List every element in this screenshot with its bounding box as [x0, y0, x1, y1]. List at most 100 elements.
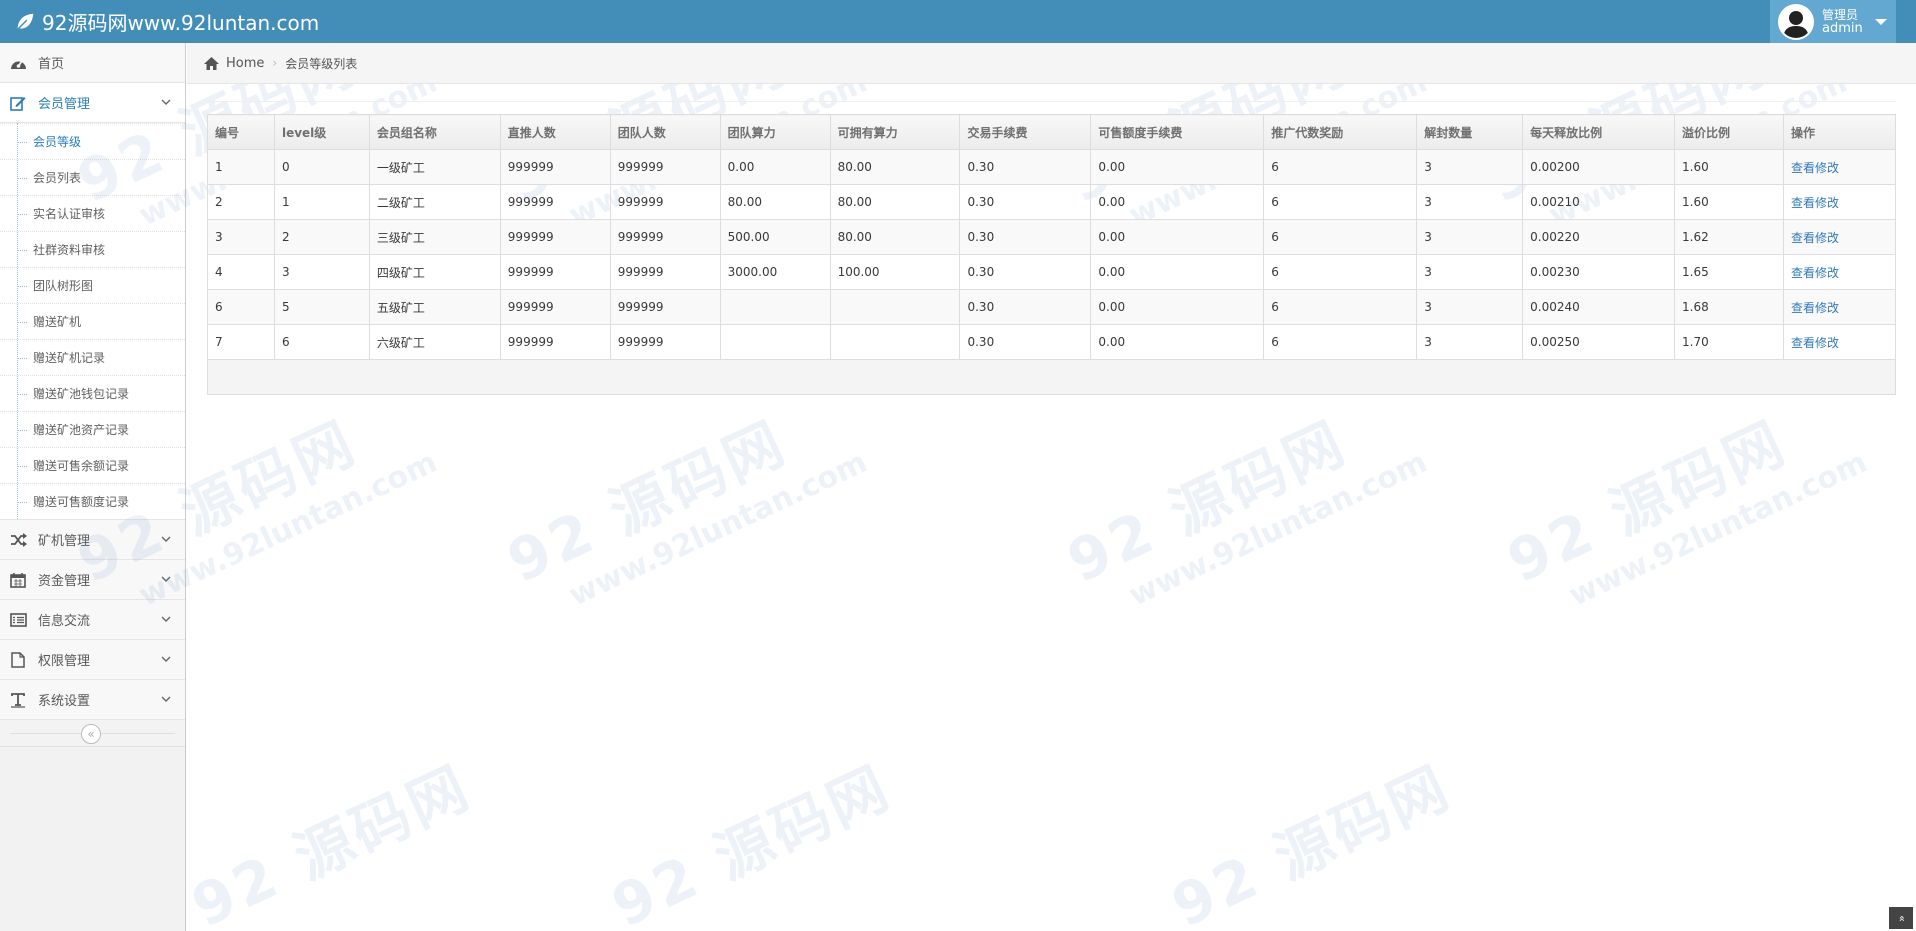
sidebar-item-permission-management[interactable]: 权限管理	[0, 640, 185, 680]
divider	[207, 101, 1896, 102]
dashboard-icon	[9, 54, 27, 72]
table-cell: 500.00	[719, 219, 831, 255]
table-cell: 0.00200	[1522, 149, 1676, 185]
view-edit-link[interactable]: 查看修改	[1782, 149, 1897, 185]
submenu-item-member-list[interactable]: 会员列表	[0, 159, 185, 195]
submenu-item-gift-sellable-quota-records[interactable]: 赠送可售额度记录	[0, 483, 185, 519]
table-cell: 1.65	[1674, 254, 1784, 290]
submenu-item-realname-review[interactable]: 实名认证审核	[0, 195, 185, 231]
table-cell: 0.30	[959, 324, 1092, 360]
table-cell: 0.00	[1090, 289, 1265, 325]
table-cell: 四级矿工	[368, 254, 501, 290]
sidebar-item-label: 首页	[38, 57, 65, 72]
sidebar-item-fund-management[interactable]: 资金管理	[0, 560, 185, 600]
table-footer	[207, 359, 1896, 395]
table-cell	[719, 289, 831, 325]
view-edit-link[interactable]: 查看修改	[1782, 254, 1897, 290]
brand-title: 92源码网www.92luntan.com	[42, 11, 320, 35]
table-cell: 三级矿工	[368, 219, 501, 255]
table-cell: 3000.00	[719, 254, 831, 290]
table-cell: 0.00250	[1522, 324, 1676, 360]
table-cell: 80.00	[829, 184, 961, 220]
table-header-cell: 交易手续费	[959, 114, 1092, 150]
submenu-item-gift-pool-asset-records[interactable]: 赠送矿池资产记录	[0, 411, 185, 447]
table-row: 6 5 五级矿工 999999 999999 0.30 0.00 6 3 0.00240 1.68 查…	[207, 289, 1897, 325]
file-icon	[9, 651, 27, 669]
table-cell: 999999	[499, 254, 611, 290]
chevron-down-icon	[161, 536, 171, 542]
view-edit-link[interactable]: 查看修改	[1782, 289, 1897, 325]
table-header-cell: 编号	[207, 114, 275, 150]
table-header-cell: 操作	[1782, 114, 1897, 150]
sidebar-item-miner-management[interactable]: 矿机管理	[0, 520, 185, 560]
text-icon	[9, 691, 27, 709]
table-cell: 6	[1263, 149, 1418, 185]
sidebar-item-system-settings[interactable]: 系统设置	[0, 680, 185, 720]
submenu-item-gift-pool-wallet-records[interactable]: 赠送矿池钱包记录	[0, 375, 185, 411]
table-header-cell: 解封数量	[1416, 114, 1524, 150]
table-cell: 3	[1416, 219, 1524, 255]
sidebar-item-label: 资金管理	[38, 574, 91, 589]
table-cell: 6	[1263, 289, 1418, 325]
view-edit-link[interactable]: 查看修改	[1782, 219, 1897, 255]
table-cell: 1.70	[1674, 324, 1784, 360]
chevron-down-icon	[161, 696, 171, 702]
table-header-cell: level级	[273, 114, 370, 150]
table-cell: 0.00210	[1522, 184, 1676, 220]
table-cell: 999999	[609, 184, 721, 220]
calendar-icon	[9, 571, 27, 589]
table-cell: 0.30	[959, 254, 1092, 290]
breadcrumb-current: 会员等级列表	[285, 56, 358, 71]
view-edit-link[interactable]: 查看修改	[1782, 324, 1897, 360]
table-cell: 80.00	[829, 149, 961, 185]
sidebar-item-member-management[interactable]: 会员管理	[0, 83, 185, 123]
table-cell: 1.60	[1674, 184, 1784, 220]
table-cell: 80.00	[829, 219, 961, 255]
top-navbar: 92源码网www.92luntan.com 管理员 admin	[0, 0, 1916, 43]
table-cell: 0.30	[959, 219, 1092, 255]
table-cell: 五级矿工	[368, 289, 501, 325]
table-cell: 6	[207, 289, 275, 325]
table-cell: 3	[1416, 149, 1524, 185]
sidebar-item-info-exchange[interactable]: 信息交流	[0, 600, 185, 640]
submenu-item-gift-sellable-balance-records[interactable]: 赠送可售余额记录	[0, 447, 185, 483]
sidebar-item-home[interactable]: 首页	[0, 43, 185, 83]
table-cell: 999999	[499, 324, 611, 360]
submenu-item-gift-miner-records[interactable]: 赠送矿机记录	[0, 339, 185, 375]
table-cell: 一级矿工	[368, 149, 501, 185]
member-level-table: 编号 level级 会员组名称 直推人数 团队人数 团队算力 可拥有算力 交易手续费 可售额度手…	[207, 114, 1897, 395]
table-cell: 2	[207, 184, 275, 220]
table-header-cell: 会员组名称	[368, 114, 501, 150]
sidebar-item-label: 矿机管理	[38, 534, 91, 549]
table-row: 4 3 四级矿工 999999 999999 3000.00 100.00 0.30 0.00 6…	[207, 254, 1897, 290]
table-cell: 0.00	[1090, 254, 1265, 290]
table-cell: 六级矿工	[368, 324, 501, 360]
double-chevron-up-icon: »	[1894, 914, 1908, 922]
submenu-item-gift-miner[interactable]: 赠送矿机	[0, 303, 185, 339]
view-edit-link[interactable]: 查看修改	[1782, 184, 1897, 220]
table-header-cell: 可售额度手续费	[1090, 114, 1265, 150]
submenu-item-community-review[interactable]: 社群资料审核	[0, 231, 185, 267]
list-icon	[9, 611, 27, 629]
collapse-sidebar-button[interactable]: «	[81, 724, 101, 744]
table-cell: 1.60	[1674, 149, 1784, 185]
table-cell: 1	[207, 149, 275, 185]
avatar	[1778, 3, 1814, 40]
sidebar-item-label: 会员管理	[38, 97, 91, 112]
leaf-icon	[16, 13, 34, 31]
user-menu[interactable]: 管理员 admin	[1770, 0, 1896, 43]
table-header-cell: 溢价比例	[1674, 114, 1784, 150]
table-cell: 0.00	[719, 149, 831, 185]
table-cell: 0.00	[1090, 219, 1265, 255]
scroll-to-top-button[interactable]: »	[1889, 907, 1913, 929]
sidebar: 首页 会员管理 会员等级 会员列表 实名认证审核 社群资料审核 团队树形图 赠送…	[0, 43, 186, 931]
breadcrumb-home-link[interactable]: Home	[226, 56, 264, 71]
table-row: 3 2 三级矿工 999999 999999 500.00 80.00 0.30 0.00 6 3 0…	[207, 219, 1897, 255]
brand-link[interactable]: 92源码网www.92luntan.com	[14, 0, 319, 43]
submenu-item-member-level[interactable]: 会员等级	[0, 123, 185, 159]
table-cell: 0.30	[959, 149, 1092, 185]
submenu-item-team-tree[interactable]: 团队树形图	[0, 267, 185, 303]
edit-icon	[9, 94, 27, 112]
table-cell: 999999	[499, 219, 611, 255]
table-cell: 0.30	[959, 289, 1092, 325]
